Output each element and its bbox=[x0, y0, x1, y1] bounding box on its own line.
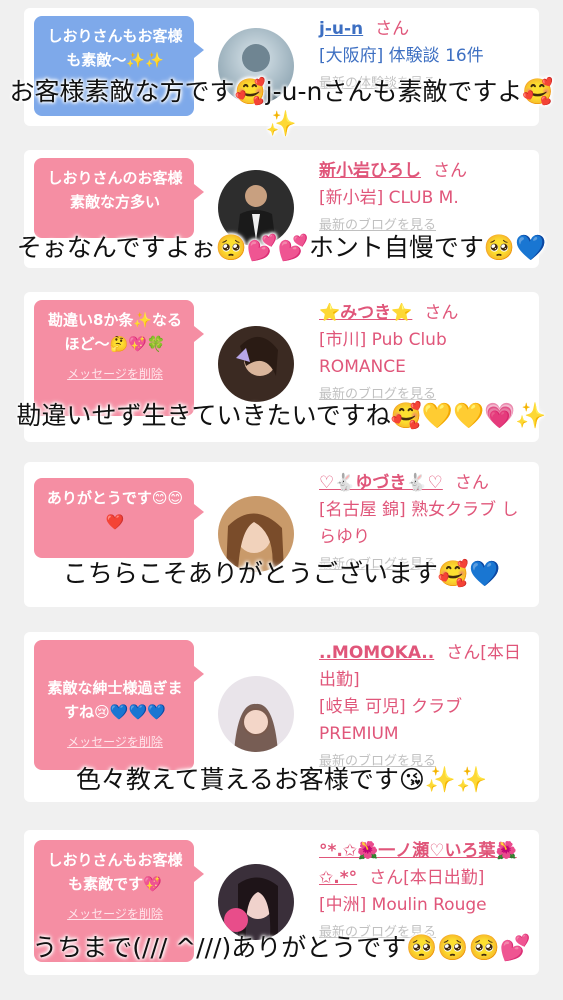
avatar[interactable] bbox=[218, 676, 294, 752]
honorific: さん bbox=[375, 19, 410, 39]
shop-label: [新小岩] CLUB M. bbox=[319, 188, 459, 208]
honorific: さん bbox=[433, 161, 467, 181]
user-info: 新小岩ひろし さん [新小岩] CLUB M. 最新のブログを見る bbox=[319, 158, 534, 239]
user-info: ⭐みつき⭐ さん [市川] Pub Club ROMANCE 最新のブログを見る bbox=[319, 300, 534, 408]
user-info: ..MOMOKA.. さん[本日出勤] [岐阜 可児] クラブ PREMIUM 最… bbox=[319, 640, 534, 775]
user-name-link[interactable]: ⭐みつき⭐ bbox=[319, 303, 412, 323]
user-name-link[interactable]: ..MOMOKA.. bbox=[319, 643, 434, 663]
shop-label: [名古屋 錦] 熟女クラブ しらゆり bbox=[319, 500, 519, 547]
shop-label: [大阪府] 体験談 16件 bbox=[319, 46, 484, 66]
user-name-link[interactable]: ♡🐇ゆづき🐇♡ bbox=[319, 473, 443, 493]
shop-label: [岐阜 可児] クラブ PREMIUM bbox=[319, 697, 463, 744]
message-bubble: 素敵な紳士様過ぎますね😢💙💙💙 メッセージを削除 bbox=[34, 640, 204, 770]
delete-message-link[interactable]: メッセージを削除 bbox=[44, 730, 186, 754]
user-name-link[interactable]: 新小岩ひろし bbox=[319, 161, 421, 181]
shop-label: [中洲] Moulin Rouge bbox=[319, 895, 487, 915]
honorific: さん[本日出勤] bbox=[369, 868, 485, 888]
delete-message-link[interactable]: メッセージを削除 bbox=[44, 362, 186, 386]
message-text: 勘違い8か条✨なるほど〜🤔💖🍀 bbox=[47, 311, 183, 353]
message-bubble: ありがとうです😊😊❤️ bbox=[34, 478, 204, 558]
honorific: さん bbox=[454, 473, 489, 493]
avatar[interactable] bbox=[218, 864, 294, 940]
shop-label: [市川] Pub Club ROMANCE bbox=[319, 330, 447, 377]
overlay-caption: 色々教えて貰えるお客様です😘✨✨ bbox=[75, 765, 488, 794]
user-name-link[interactable]: j-u-n bbox=[319, 19, 363, 39]
delete-message-link[interactable]: メッセージを削除 bbox=[44, 902, 186, 926]
overlay-caption: お客様素敵な方です🥰j-u-nさんも素敵ですよ🥰✨ bbox=[9, 77, 554, 138]
avatar[interactable] bbox=[218, 326, 294, 402]
message-text: 素敵な紳士様過ぎますね😢💙💙💙 bbox=[47, 679, 183, 721]
message-text: しおりさんのお客様素敵な方多い bbox=[47, 169, 183, 211]
message-bubble: しおりさんのお客様素敵な方多い bbox=[34, 158, 204, 238]
message-text: しおりさんもお客様も素敵〜✨✨ bbox=[47, 27, 183, 69]
message-bubble: 勘違い8か条✨なるほど〜🤔💖🍀 メッセージを削除 bbox=[34, 300, 204, 416]
overlay-caption: うちまで(/// ^///)ありがとうです🥺🥺🥺💕 bbox=[32, 933, 531, 962]
overlay-caption: 勘違いせず生きていきたいですね🥰💛💛💗✨ bbox=[16, 401, 547, 430]
message-text: しおりさんもお客様も素敵です💖 bbox=[47, 851, 183, 893]
overlay-caption: こちらこそありがとうございます🥰💙 bbox=[62, 559, 501, 588]
overlay-caption: そぉなんですよぉ🥺💕💕ホント自慢です🥺💙 bbox=[16, 233, 547, 262]
honorific: さん bbox=[424, 303, 459, 323]
message-text: ありがとうです😊😊❤️ bbox=[46, 489, 184, 531]
user-info: °*.✩🌺一ノ瀬♡いろ葉🌺✩.*° さん[本日出勤] [中洲] Moulin Ro… bbox=[319, 838, 534, 946]
